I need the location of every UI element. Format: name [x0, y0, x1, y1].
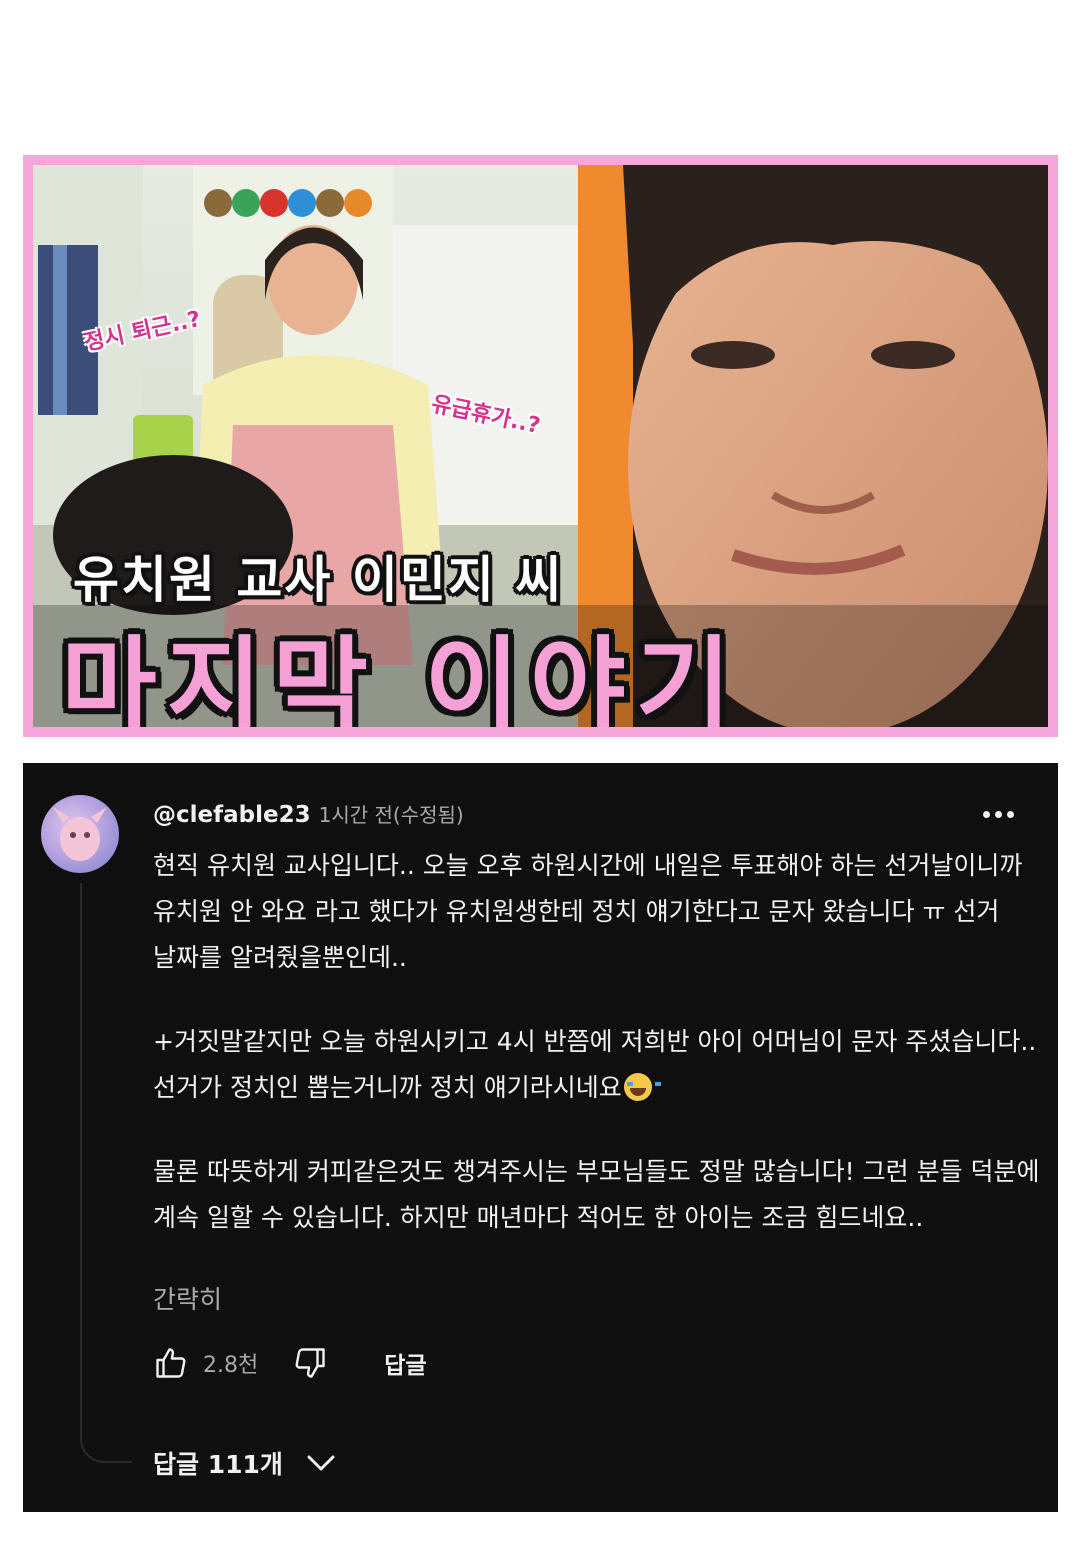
view-replies-button[interactable]: 답글 111개 — [153, 1445, 337, 1481]
reply-button[interactable]: 답글 — [384, 1346, 426, 1380]
comment-paragraph-2: +거짓말같지만 오늘 하원시키고 4시 반쯤에 저희반 아이 어머님이 문자 주… — [153, 1019, 1043, 1111]
like-count: 2.8천 — [203, 1353, 259, 1378]
comment-author-handle[interactable]: @clefable23 — [153, 802, 311, 828]
more-dot — [982, 810, 990, 818]
comment-thread: @clefable23 1시간 전(수정됨) 현직 유치원 교사입니다.. 오늘… — [23, 763, 1058, 1512]
thumbs-up-icon[interactable] — [153, 1345, 189, 1381]
thumbs-down-icon[interactable] — [292, 1345, 328, 1381]
more-dot — [994, 810, 1002, 818]
comment-paragraph-3: 물론 따뜻하게 커피같은것도 챙겨주시는 부모님들도 정말 많습니다! 그런 분… — [153, 1157, 1048, 1232]
thread-line — [80, 883, 82, 1431]
comment-header: @clefable23 1시간 전(수정됨) — [153, 799, 464, 828]
comment-text: 현직 유치원 교사입니다.. 오늘 오후 하원시간에 내일은 투표해야 하는 선… — [153, 843, 1043, 1241]
paragraph-spacer — [153, 1111, 1043, 1149]
thumbnail-image: 정시 퇴근..? 유급휴가..? 유치원 교사 이민지 씨 마지막 이야기 — [33, 165, 1048, 727]
comment-actions: 2.8천 답글 — [153, 1345, 427, 1381]
show-less-link[interactable]: 간략히 — [153, 1280, 222, 1316]
comment-timestamp[interactable]: 1시간 전(수정됨) — [319, 799, 464, 828]
more-vert-icon[interactable] — [973, 799, 1023, 829]
paragraph-spacer — [153, 981, 1043, 1019]
replies-count: 답글 111개 — [153, 1450, 283, 1479]
more-dot — [1006, 810, 1014, 818]
chevron-down-icon — [305, 1453, 337, 1473]
thread-line-curve — [80, 1423, 132, 1463]
clefable-avatar-icon — [53, 807, 107, 861]
avatar[interactable] — [41, 795, 119, 873]
comment-paragraph-2-text: +거짓말같지만 오늘 하원시키고 4시 반쯤에 저희반 아이 어머님이 문자 주… — [153, 1027, 1045, 1102]
comment-paragraph-1: 현직 유치원 교사입니다.. 오늘 오후 하원시간에 내일은 투표해야 하는 선… — [153, 851, 1031, 972]
laughing-tears-emoji-icon — [623, 1073, 661, 1101]
video-thumbnail[interactable]: 정시 퇴근..? 유급휴가..? 유치원 교사 이민지 씨 마지막 이야기 — [23, 155, 1058, 737]
thumbnail-caption-title: 마지막 이야기 — [61, 625, 742, 727]
